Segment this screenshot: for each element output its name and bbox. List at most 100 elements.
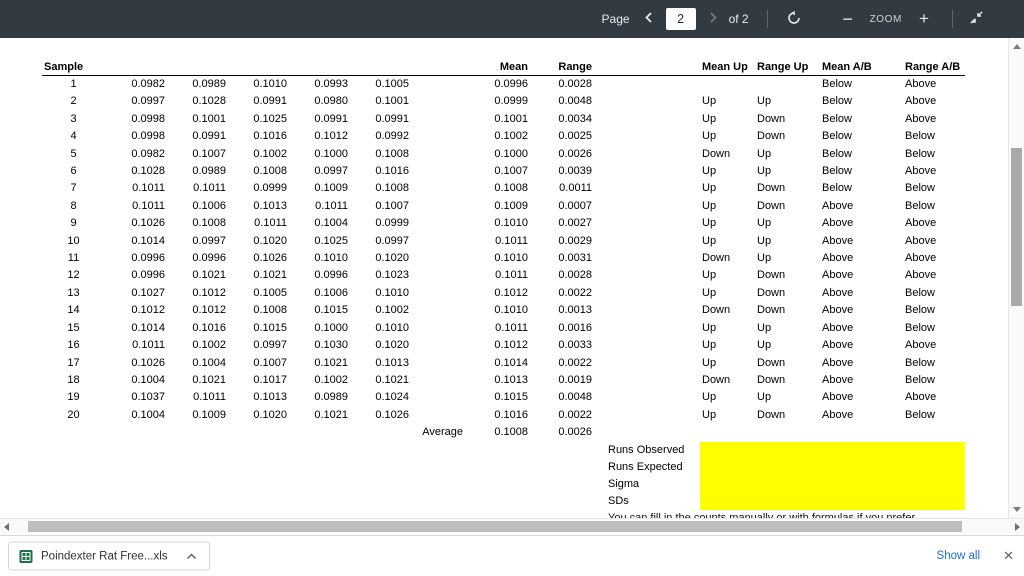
cell-range-ab: Above <box>905 339 937 352</box>
chevron-up-icon[interactable] <box>186 552 197 560</box>
sample-row-12: 12 0.0996 0.1021 0.1021 0.0996 0.1023 0.1011 0.… <box>42 267 965 284</box>
cell-range: 0.0033 <box>558 339 592 352</box>
cell-obs-3: 0.1013 <box>253 199 287 212</box>
cell-mean: 0.1012 <box>494 286 528 299</box>
cell-range-up: Down <box>757 286 786 299</box>
cell-mean-up: Up <box>702 112 717 125</box>
sample-row-5: 5 0.0982 0.1007 0.1002 0.1000 0.1008 0.1000 0.0… <box>42 146 965 163</box>
cell-mean-up: Up <box>702 339 717 352</box>
cell-range-ab: Below <box>905 199 935 212</box>
scroll-left-arrow-icon[interactable] <box>4 523 9 531</box>
cell-range: 0.0011 <box>559 182 592 195</box>
cell-obs-1: 0.1027 <box>131 286 165 299</box>
cell-sample: 15 <box>67 321 80 334</box>
zoom-label: ZOOM <box>869 13 902 25</box>
header-row: Sample Mean Range Mean Up Range Up Mean … <box>42 59 965 76</box>
cell-obs-4: 0.1000 <box>314 147 348 160</box>
cell-spacer <box>42 424 410 441</box>
previous-page-button[interactable] <box>642 5 656 33</box>
cell-obs-2: 0.1006 <box>192 199 226 212</box>
cell-range-up: Up <box>757 95 772 108</box>
cell-gap <box>593 320 700 337</box>
cell-obs-5: 0.1008 <box>375 182 409 195</box>
sample-row-3: 3 0.0998 0.1001 0.1025 0.0991 0.0991 0.1001 0.0… <box>42 111 965 128</box>
page-number-input[interactable]: 2 <box>665 8 696 30</box>
cell-gap <box>593 285 700 302</box>
next-page-button[interactable] <box>706 5 720 33</box>
scroll-right-arrow-icon[interactable] <box>1015 523 1020 531</box>
cell-obs-5: 0.1020 <box>375 339 409 352</box>
vertical-scrollbar-thumb[interactable] <box>1011 148 1022 306</box>
cell-mean: 0.1015 <box>494 391 528 404</box>
cell-range-ab: Above <box>905 217 937 230</box>
summary-highlight-cell <box>700 458 965 476</box>
cell-spacer <box>410 337 465 354</box>
cell-range-up: Down <box>757 199 786 212</box>
summary-label: Runs Observed <box>608 443 685 456</box>
sample-row-14: 14 0.1012 0.1012 0.1008 0.1015 0.1002 0.1010 0.… <box>42 302 965 319</box>
cell-range-ab: Below <box>905 130 935 143</box>
cell-range-up: Up <box>757 147 772 160</box>
cell-obs-2: 0.1012 <box>192 304 226 317</box>
cell-range-up: Up <box>757 321 772 334</box>
cell-obs-1: 0.1026 <box>131 217 165 230</box>
zoom-out-button[interactable]: − <box>838 5 858 33</box>
cell-spacer <box>410 198 465 215</box>
cell-range: 0.0007 <box>558 199 592 212</box>
cell-mean-up: Up <box>702 269 717 282</box>
col-header-mean: Mean <box>465 59 529 76</box>
cell-obs-4: 0.1011 <box>315 199 348 212</box>
cell-obs-2: 0.1001 <box>192 112 226 125</box>
cell-obs-2: 0.1011 <box>193 391 226 404</box>
cell-obs-4: 0.0980 <box>314 95 348 108</box>
col-header-range-up: Range Up <box>755 59 820 76</box>
show-all-downloads-link[interactable]: Show all <box>937 550 980 562</box>
control-chart-table: Sample Mean Range Mean Up Range Up Mean … <box>42 59 965 518</box>
summary-row-4: SDs <box>42 493 965 511</box>
cell-spacer <box>410 285 465 302</box>
cell-obs-5: 0.1021 <box>375 373 409 386</box>
cell-range-up: Down <box>757 408 786 421</box>
cell-obs-3: 0.1017 <box>253 373 287 386</box>
scroll-up-arrow-icon[interactable] <box>1013 44 1021 49</box>
rotate-button[interactable] <box>786 5 802 33</box>
sample-row-19: 19 0.1037 0.1011 0.1013 0.0989 0.1024 0.1015 0.… <box>42 389 965 406</box>
downloaded-file-chip[interactable]: Poindexter Rat Free...xls <box>8 541 210 571</box>
cell-range-up: Down <box>757 373 786 386</box>
summary-label: Sigma <box>608 477 640 490</box>
cell-obs-5: 0.1005 <box>375 78 409 90</box>
summary-spacer <box>42 493 593 510</box>
cell-obs-5: 0.1010 <box>375 286 409 299</box>
cell-spacer <box>410 250 465 267</box>
cell-range-up: Up <box>757 252 772 265</box>
close-download-bar-button[interactable]: ✕ <box>1003 548 1014 564</box>
cell-mean: 0.1012 <box>494 339 528 352</box>
horizontal-scrollbar-thumb[interactable] <box>28 521 962 532</box>
zoom-in-button[interactable]: + <box>914 5 934 33</box>
cell-sample: 14 <box>67 304 80 317</box>
cell-spacer <box>410 302 465 319</box>
horizontal-scrollbar[interactable] <box>0 518 1024 534</box>
cell-mean-up: Up <box>702 408 717 421</box>
cell-sample: 6 <box>70 165 77 178</box>
cell-obs-1: 0.0998 <box>131 130 165 143</box>
summary-label: SDs <box>608 495 629 508</box>
cell-spacer <box>410 320 465 337</box>
collapse-button[interactable] <box>969 5 984 33</box>
col-header-range: Range <box>529 59 593 76</box>
cell-range-ab: Above <box>905 252 937 265</box>
cell-mean-up: Up <box>702 321 717 334</box>
toolbar-separator <box>952 10 953 28</box>
cell-range: 0.0027 <box>558 217 592 230</box>
vertical-scrollbar[interactable] <box>1008 38 1024 518</box>
cell-obs-2: 0.1008 <box>192 217 226 230</box>
cell-mean-ab: Above <box>822 234 854 247</box>
scroll-down-arrow-icon[interactable] <box>1013 507 1021 512</box>
cell-obs-1: 0.0996 <box>131 252 165 265</box>
cell-mean: 0.1014 <box>494 356 528 369</box>
cell-mean-ab: Below <box>822 112 852 125</box>
cell-mean-ab: Above <box>822 339 854 352</box>
sample-row-18: 18 0.1004 0.1021 0.1017 0.1002 0.1021 0.1013 0.… <box>42 372 965 389</box>
cell-obs-1: 0.1004 <box>131 373 165 386</box>
cell-obs-4: 0.1000 <box>314 321 348 334</box>
